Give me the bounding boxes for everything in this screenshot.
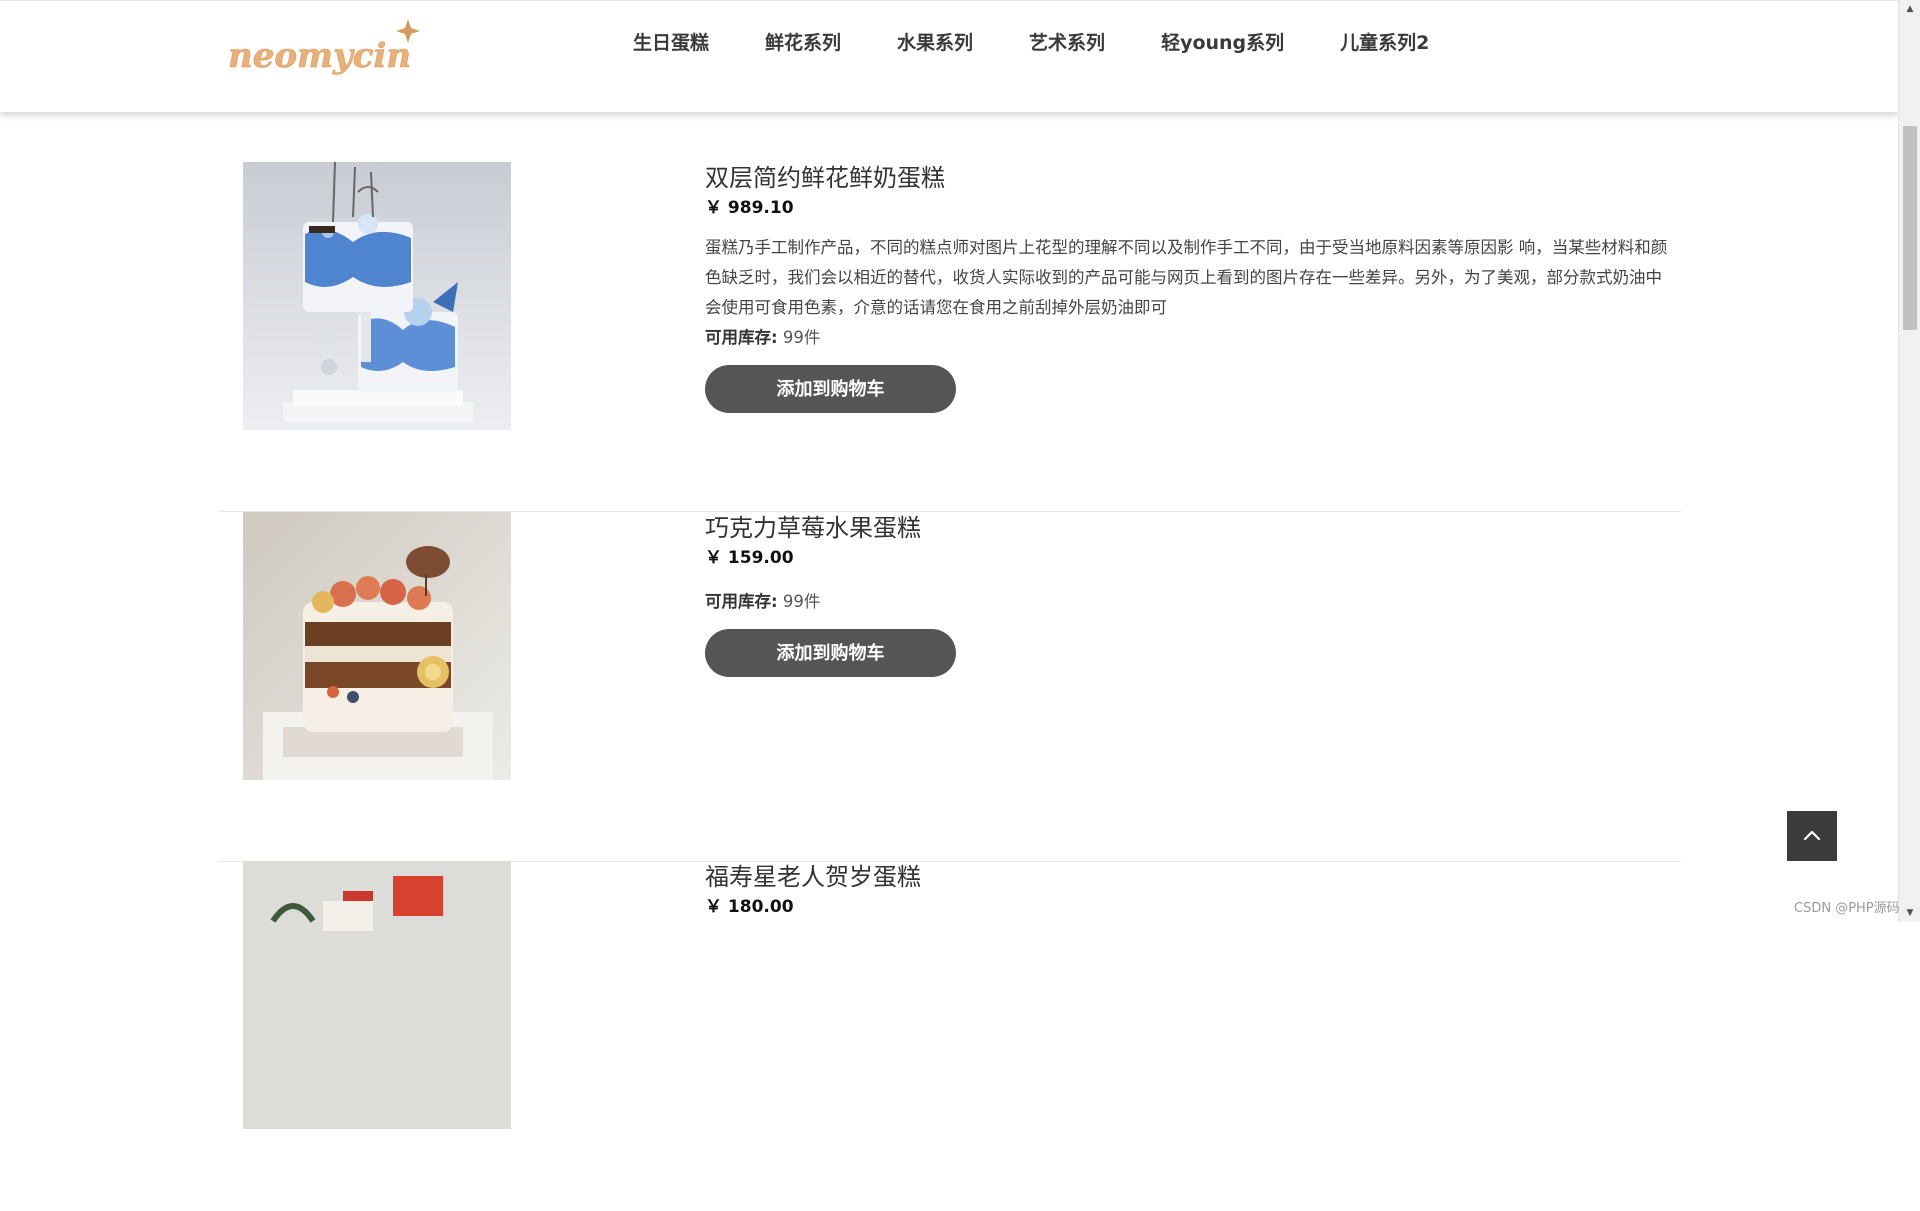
- scroll-down-arrow-icon[interactable]: ▼: [1899, 904, 1920, 922]
- stock-value: 99件: [782, 592, 821, 611]
- logo-wordmark: neomycin: [228, 36, 411, 76]
- nav-item-birthday-cake[interactable]: 生日蛋糕: [633, 29, 709, 57]
- product-info: 双层简约鲜花鲜奶蛋糕 ￥ 989.10 蛋糕乃手工制作产品，不同的糕点师对图片上…: [705, 162, 1670, 413]
- product-price: ￥ 180.00: [705, 897, 794, 917]
- product-description: 蛋糕乃手工制作产品，不同的糕点师对图片上花型的理解不同以及制作手工不同，由于受当…: [705, 238, 1668, 317]
- stock-value: 99件: [782, 328, 821, 347]
- scroll-up-arrow-icon[interactable]: ▲: [1899, 0, 1920, 18]
- product-item: 巧克力草莓水果蛋糕 ￥ 159.00 可用库存: 99件 添加到购物车: [218, 512, 1681, 862]
- nav-item-fruit-series[interactable]: 水果系列: [897, 29, 973, 57]
- product-item: 双层简约鲜花鲜奶蛋糕 ￥ 989.10 蛋糕乃手工制作产品，不同的糕点师对图片上…: [218, 162, 1681, 512]
- scroll-thumb[interactable]: [1903, 126, 1917, 330]
- product-stock: 可用库存: 99件: [705, 587, 1670, 617]
- product-info: 福寿星老人贺岁蛋糕 ￥ 180.00: [705, 861, 1670, 920]
- chocolate-strawberry-cake-image: [243, 512, 511, 780]
- site-header: neomycin 生日蛋糕 鲜花系列 水果系列 艺术系列 轻young系列 儿童…: [0, 0, 1898, 112]
- product-stock: 可用库存: 99件: [705, 323, 1670, 353]
- product-price: ￥ 989.10: [705, 198, 794, 218]
- product-image[interactable]: [243, 861, 511, 1129]
- chevron-up-icon: [1803, 830, 1821, 841]
- main-nav: 生日蛋糕 鲜花系列 水果系列 艺术系列 轻young系列 儿童系列2: [633, 29, 1429, 57]
- nav-item-flower-series[interactable]: 鲜花系列: [765, 29, 841, 57]
- add-to-cart-button[interactable]: 添加到购物车: [705, 629, 956, 677]
- product-image[interactable]: [243, 162, 511, 430]
- product-price: ￥ 159.00: [705, 548, 794, 568]
- logo-graphic: neomycin: [228, 19, 420, 76]
- product-title[interactable]: 巧克力草莓水果蛋糕: [705, 512, 1670, 544]
- add-to-cart-button[interactable]: 添加到购物车: [705, 365, 956, 413]
- watermark-text: CSDN @PHP源码: [1794, 901, 1900, 916]
- stock-label: 可用库存:: [705, 328, 778, 347]
- longevity-cake-image: [243, 861, 511, 1129]
- nav-item-young-series[interactable]: 轻young系列: [1161, 29, 1284, 57]
- product-title[interactable]: 福寿星老人贺岁蛋糕: [705, 861, 1670, 893]
- product-info: 巧克力草莓水果蛋糕 ￥ 159.00 可用库存: 99件 添加到购物车: [705, 512, 1670, 677]
- stock-label: 可用库存:: [705, 592, 778, 611]
- product-item: 福寿星老人贺岁蛋糕 ￥ 180.00: [218, 861, 1681, 1211]
- page-scrollbar[interactable]: ▲ ▼: [1898, 0, 1920, 922]
- site-logo[interactable]: neomycin: [224, 17, 420, 87]
- blue-two-tier-cake-image: [243, 162, 511, 430]
- product-title[interactable]: 双层简约鲜花鲜奶蛋糕: [705, 162, 1670, 194]
- nav-item-kids-series[interactable]: 儿童系列2: [1340, 29, 1429, 57]
- nav-item-art-series[interactable]: 艺术系列: [1029, 29, 1105, 57]
- product-image[interactable]: [243, 512, 511, 780]
- back-to-top-button[interactable]: [1787, 811, 1837, 861]
